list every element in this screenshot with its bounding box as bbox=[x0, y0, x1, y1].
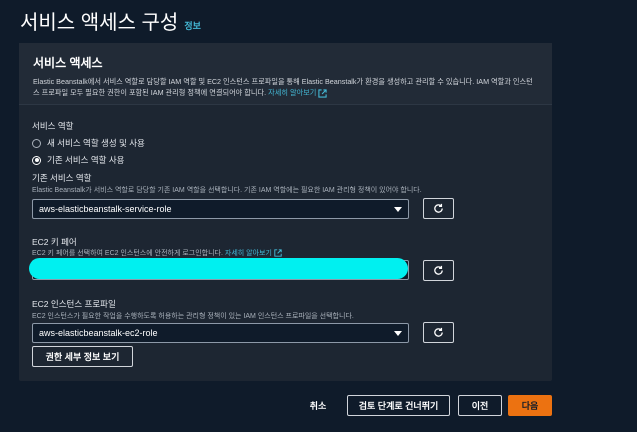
radio-existing-service-role-label: 기존 서비스 역할 사용 bbox=[47, 155, 125, 165]
service-role-label: 서비스 역할 bbox=[32, 121, 74, 131]
ec2-key-pair-description-row: EC2 키 페어를 선택하여 EC2 인스턴스에 안전하게 로그인합니다. 자세… bbox=[32, 248, 282, 258]
existing-service-role-description: Elastic Beanstalk가 서비스 역할로 담당할 기존 IAM 역할… bbox=[32, 187, 422, 194]
refresh-icon bbox=[434, 265, 443, 275]
ec2-instance-profile-description: EC2 인스턴스가 필요한 작업을 수행하도록 허용하는 관리형 정책이 있는 … bbox=[32, 313, 354, 320]
caret-down-icon bbox=[394, 330, 402, 336]
existing-service-role-select[interactable]: aws-elasticbeanstalk-service-role bbox=[32, 199, 409, 219]
redaction-overlay bbox=[29, 258, 408, 279]
ec2-instance-profile-label: EC2 인스턴스 프로파일 bbox=[32, 299, 116, 309]
refresh-key-pair-button[interactable] bbox=[423, 260, 454, 281]
panel-title: 서비스 액세스 bbox=[33, 56, 103, 70]
ec2-instance-profile-value: aws-elasticbeanstalk-ec2-role bbox=[39, 328, 158, 338]
ec2-key-pair-description: EC2 키 페어를 선택하여 EC2 인스턴스에 안전하게 로그인합니다. bbox=[32, 250, 223, 257]
ec2-key-pair-learn-more-text: 자세히 알아보기 bbox=[224, 250, 272, 257]
learn-more-link-text: 자세히 알아보기 bbox=[268, 88, 317, 97]
existing-service-role-value: aws-elasticbeanstalk-service-role bbox=[39, 204, 172, 214]
radio-button-checked[interactable] bbox=[32, 155, 41, 165]
refresh-icon bbox=[434, 327, 443, 337]
page-title-text: 서비스 액세스 구성 bbox=[20, 12, 179, 34]
ec2-key-pair-label: EC2 키 페어 bbox=[32, 237, 77, 247]
radio-new-service-role[interactable]: 새 서비스 역할 생성 및 사용 bbox=[32, 137, 145, 149]
next-button[interactable]: 다음 bbox=[508, 395, 552, 416]
external-link-icon bbox=[318, 88, 328, 98]
refresh-instance-profile-button[interactable] bbox=[423, 322, 454, 343]
panel-description: Elastic Beanstalk에서 서비스 역할로 담당할 IAM 역할 및… bbox=[33, 76, 538, 98]
panel-header: 서비스 액세스 Elastic Beanstalk에서 서비스 역할로 담당할 … bbox=[19, 43, 552, 105]
page-title: 서비스 액세스 구성 정보 bbox=[20, 6, 201, 35]
radio-existing-service-role[interactable]: 기존 서비스 역할 사용 bbox=[32, 154, 124, 166]
caret-down-icon bbox=[394, 206, 402, 212]
info-link[interactable]: 정보 bbox=[184, 19, 201, 32]
radio-button[interactable] bbox=[32, 138, 41, 148]
cancel-button[interactable]: 취소 bbox=[298, 395, 338, 416]
view-permission-details-button[interactable]: 권한 세부 정보 보기 bbox=[32, 346, 133, 367]
existing-service-role-label: 기존 서비스 역할 bbox=[32, 173, 92, 183]
refresh-icon bbox=[434, 203, 443, 213]
learn-more-link[interactable]: 자세히 알아보기 bbox=[268, 88, 328, 98]
ec2-instance-profile-select[interactable]: aws-elasticbeanstalk-ec2-role bbox=[32, 323, 409, 343]
skip-to-review-button[interactable]: 검토 단계로 건너뛰기 bbox=[347, 395, 450, 416]
radio-new-service-role-label: 새 서비스 역할 생성 및 사용 bbox=[47, 138, 145, 148]
external-link-icon bbox=[274, 249, 282, 257]
previous-button[interactable]: 이전 bbox=[458, 395, 502, 416]
refresh-service-role-button[interactable] bbox=[423, 198, 454, 219]
ec2-key-pair-learn-more-link[interactable]: 자세히 알아보기 bbox=[224, 249, 282, 257]
